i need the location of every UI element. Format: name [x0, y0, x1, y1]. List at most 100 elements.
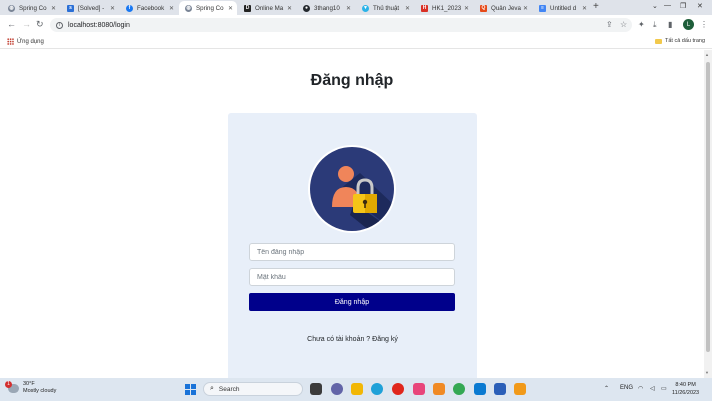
- globe-icon: ◍: [185, 4, 192, 12]
- tab-4-active[interactable]: ◍ Spring Co ✕: [179, 1, 237, 15]
- wifi-icon[interactable]: ◠: [638, 385, 643, 392]
- close-icon[interactable]: ✕: [169, 5, 174, 12]
- intellij-icon[interactable]: [413, 383, 425, 395]
- tray-chevron-icon[interactable]: ⌃: [604, 385, 609, 392]
- tab-5[interactable]: D Online Ma ✕: [238, 1, 296, 15]
- password-input[interactable]: [249, 268, 455, 286]
- vscode-icon[interactable]: [474, 383, 486, 395]
- apps-grid-icon: [7, 38, 14, 45]
- new-tab-button[interactable]: +: [593, 1, 599, 12]
- search-label: Search: [218, 385, 240, 393]
- scroll-down-icon[interactable]: ▼: [705, 370, 709, 375]
- tab-2[interactable]: s [Solved] - ✕: [61, 1, 119, 15]
- dev-icon: s: [67, 4, 74, 12]
- close-icon[interactable]: ✕: [346, 5, 351, 12]
- edge-icon[interactable]: [371, 383, 383, 395]
- notification-badge: 1: [5, 380, 12, 388]
- tab-label: [Solved] -: [78, 4, 105, 12]
- task-view-icon[interactable]: [310, 383, 322, 395]
- tab-10[interactable]: ≡ Untitled d ✕: [533, 1, 591, 15]
- scroll-up-icon[interactable]: ▲: [705, 52, 709, 57]
- register-link[interactable]: Đăng ký: [372, 336, 398, 343]
- tab-label: Thủ thuật: [373, 4, 400, 12]
- all-bookmarks-folder[interactable]: Tất cả dấu trang: [655, 38, 705, 44]
- window-close-icon[interactable]: ✕: [697, 2, 703, 10]
- weather-desc: Mostly cloudy: [23, 388, 57, 394]
- back-arrow-icon[interactable]: ←: [7, 19, 16, 29]
- apps-bookmark[interactable]: Ứng dụng: [7, 38, 44, 45]
- windows-taskbar: 1 30°F Mostly cloudy ⌕ Search ⌃ ENG ◠ ◁ …: [0, 378, 712, 401]
- tab-1[interactable]: ◍ Spring Co ✕: [2, 1, 60, 15]
- tab-label: Online Ma: [255, 4, 284, 12]
- weather-temp: 30°F: [23, 381, 35, 387]
- sublime-icon[interactable]: [433, 383, 445, 395]
- battery-icon[interactable]: ▭: [661, 385, 667, 392]
- no-account-text: Chưa có tài khoản ?: [307, 336, 371, 343]
- download-icon[interactable]: ⤓: [653, 20, 657, 30]
- close-icon[interactable]: ✕: [51, 5, 56, 12]
- register-prompt: Chưa có tài khoản ? Đăng ký: [228, 336, 477, 343]
- tab-label: Facebook: [137, 4, 165, 12]
- close-icon[interactable]: ✕: [405, 5, 410, 12]
- sidepanel-icon[interactable]: ▮: [668, 20, 672, 29]
- browser-toolbar: ← → ↻ i localhost:8080/login ⇪ ☆ ✦ ⤓ ▮ L…: [0, 15, 712, 35]
- funnel-icon: ▼: [362, 4, 369, 12]
- docs-icon: ≡: [539, 4, 546, 12]
- close-icon[interactable]: ✕: [523, 5, 528, 12]
- globe-icon: ◍: [8, 4, 15, 12]
- chat-icon[interactable]: [331, 383, 343, 395]
- tab-9[interactable]: Q Quản Jeva ✕: [474, 1, 532, 15]
- url-text[interactable]: localhost:8080/login: [68, 22, 130, 29]
- tab-3[interactable]: f Facebook ✕: [120, 1, 178, 15]
- volume-icon[interactable]: ◁: [650, 385, 655, 392]
- close-icon[interactable]: ✕: [464, 5, 469, 12]
- close-icon[interactable]: ✕: [228, 5, 233, 12]
- tab-label: 3thang10: [314, 4, 340, 12]
- tab-label: Quản Jeva: [491, 4, 521, 12]
- tab-7[interactable]: ▼ Thủ thuật ✕: [356, 1, 414, 15]
- reload-icon[interactable]: ↻: [36, 19, 44, 30]
- bookmark-star-icon[interactable]: ☆: [620, 20, 627, 29]
- chrome-icon[interactable]: [453, 383, 465, 395]
- weather-widget[interactable]: 1 30°F Mostly cloudy: [5, 380, 56, 395]
- profile-avatar[interactable]: L: [683, 19, 694, 30]
- share-icon[interactable]: ⇪: [606, 20, 613, 29]
- tab-6[interactable]: ● 3thang10 ✕: [297, 1, 355, 15]
- scroll-thumb[interactable]: [706, 62, 710, 352]
- username-input[interactable]: [249, 243, 455, 261]
- minimize-icon[interactable]: —: [664, 2, 671, 9]
- tab-label: Untitled d: [550, 4, 577, 12]
- close-icon[interactable]: ✕: [582, 5, 587, 12]
- login-button[interactable]: Đăng nhập: [249, 293, 455, 311]
- login-card: Đăng nhập Chưa có tài khoản ? Đăng ký: [228, 113, 477, 378]
- bookmarks-bar: Ứng dụng Tất cả dấu trang: [0, 35, 712, 49]
- tab-label: Spring Co: [19, 4, 47, 12]
- taskbar-search[interactable]: ⌕ Search: [203, 382, 303, 396]
- extensions-icon[interactable]: ✦: [638, 20, 645, 29]
- word-icon[interactable]: [494, 383, 506, 395]
- tab-label: Spring Co: [196, 4, 224, 12]
- address-bar[interactable]: i localhost:8080/login: [50, 18, 632, 32]
- apps-label: Ứng dụng: [17, 38, 44, 45]
- forward-arrow-icon[interactable]: →: [22, 19, 31, 29]
- facebook-icon: f: [126, 4, 133, 12]
- restore-icon[interactable]: ❐: [680, 2, 686, 10]
- weather-text: 30°F Mostly cloudy: [23, 381, 56, 395]
- page-title: Đăng nhập: [310, 72, 394, 89]
- language-indicator[interactable]: ENG: [620, 385, 633, 391]
- app-icon[interactable]: [514, 383, 526, 395]
- search-icon: ⌕: [210, 385, 214, 392]
- page-scrollbar[interactable]: ▲ ▼: [704, 50, 712, 378]
- site-info-icon[interactable]: i: [56, 21, 63, 29]
- menu-icon[interactable]: ⋮: [700, 20, 708, 29]
- sheet-icon: Q: [480, 4, 487, 12]
- close-icon[interactable]: ✕: [287, 5, 292, 12]
- windows-start-icon[interactable]: [185, 384, 196, 395]
- close-icon[interactable]: ✕: [110, 5, 115, 12]
- page-viewport: Đăng nhập Đăng n: [0, 50, 704, 378]
- tab-8[interactable]: H HK1_2023 ✕: [415, 1, 473, 15]
- file-explorer-icon[interactable]: [351, 383, 363, 395]
- tab-search-icon[interactable]: ⌄: [652, 2, 658, 10]
- taskbar-clock[interactable]: 8:40 PM 11/26/2023: [672, 381, 699, 397]
- opera-icon[interactable]: [392, 383, 404, 395]
